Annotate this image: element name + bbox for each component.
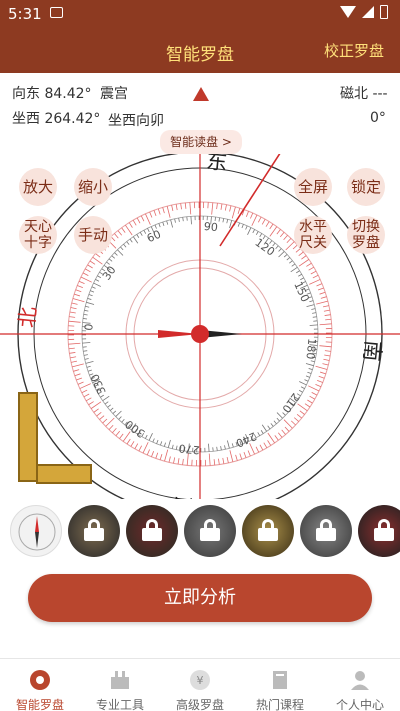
direction-east: 东 — [205, 154, 228, 175]
compass-style-locked[interactable] — [358, 505, 400, 557]
tab-advanced-compass[interactable]: ¥ 高级罗盘 — [160, 659, 240, 711]
analyze-button[interactable]: 立即分析 — [28, 574, 372, 622]
basic-compass-icon — [18, 513, 56, 551]
horizontal-level[interactable] — [36, 464, 92, 484]
lock-icon — [84, 519, 104, 541]
lock-button[interactable]: 锁定 — [347, 168, 385, 206]
pointer-triangle-icon — [193, 87, 209, 101]
degree-label: 90 — [203, 220, 218, 234]
needle-hub — [191, 325, 209, 343]
compass-style-locked[interactable] — [126, 505, 178, 557]
lock-icon — [374, 519, 394, 541]
zoom-in-button[interactable]: 放大 — [19, 168, 57, 206]
lock-icon — [316, 519, 336, 541]
yen-coin-icon: ¥ — [190, 670, 210, 690]
lock-icon — [258, 519, 278, 541]
direction-south: 南 — [359, 339, 385, 362]
manual-button[interactable]: 手动 — [74, 216, 112, 254]
lock-icon — [200, 519, 220, 541]
compass-style-list — [10, 505, 400, 561]
tab-pro-tools[interactable]: 专业工具 — [80, 659, 160, 711]
wifi-icon — [340, 6, 356, 18]
user-icon — [351, 671, 369, 690]
compass-style-locked[interactable] — [68, 505, 120, 557]
fullscreen-button[interactable]: 全屏 — [294, 168, 332, 206]
facing-reading: 向东 84.42° — [12, 86, 92, 102]
magnetic-north-reading: 磁北 --- — [340, 86, 388, 102]
degree-label: 270 — [178, 441, 200, 456]
status-time: 5:31 — [8, 5, 42, 23]
signal-icon — [362, 6, 374, 18]
calibrate-compass-button[interactable]: 校正罗盘 — [324, 40, 384, 61]
compass-style-locked[interactable] — [300, 505, 352, 557]
cross-button[interactable]: 天心 十字 — [19, 216, 57, 254]
battery-icon — [380, 5, 388, 19]
vertical-level[interactable] — [18, 392, 38, 482]
compass-area: 东南西北 0306090120150180210240270300330 放大 … — [0, 154, 400, 499]
degree-label: 0 — [82, 323, 96, 331]
image-notification-icon — [50, 7, 63, 18]
facing-palace: 震宫 — [100, 86, 128, 102]
top-bar: 5:31 智能罗盘 校正罗盘 — [0, 0, 400, 73]
tab-hot-courses[interactable]: 热门课程 — [240, 659, 320, 711]
compass-dial[interactable]: 东南西北 0306090120150180210240270300330 — [0, 154, 400, 499]
toolbox-icon — [111, 671, 129, 689]
compass-style-locked[interactable] — [242, 505, 294, 557]
status-bar: 5:31 — [0, 0, 400, 28]
sitting-direction: 坐西向卯 — [108, 113, 164, 129]
yin-yang-icon — [30, 670, 50, 690]
svg-text:¥: ¥ — [197, 674, 204, 687]
bottom-tab-bar: 智能罗盘 专业工具 ¥ 高级罗盘 热门课程 个人中心 — [0, 658, 400, 711]
offset-reading: 0° — [370, 110, 386, 126]
sitting-reading: 坐西 264.42° — [12, 111, 101, 127]
direction-north: 北 — [15, 306, 41, 329]
zoom-out-button[interactable]: 缩小 — [74, 168, 112, 206]
book-icon — [273, 671, 287, 689]
degree-label: 180 — [303, 338, 318, 360]
compass-style-locked[interactable] — [184, 505, 236, 557]
tab-smart-compass[interactable]: 智能罗盘 — [0, 659, 80, 711]
switch-compass-button[interactable]: 切换 罗盘 — [347, 216, 385, 254]
grey-tick — [82, 318, 88, 320]
smart-read-button[interactable]: 智能读盘 > — [160, 130, 242, 154]
lock-icon — [142, 519, 162, 541]
compass-style-basic[interactable] — [10, 505, 62, 557]
ruler-button[interactable]: 水平 尺关 — [294, 216, 332, 254]
tab-personal-center[interactable]: 个人中心 — [320, 659, 400, 711]
